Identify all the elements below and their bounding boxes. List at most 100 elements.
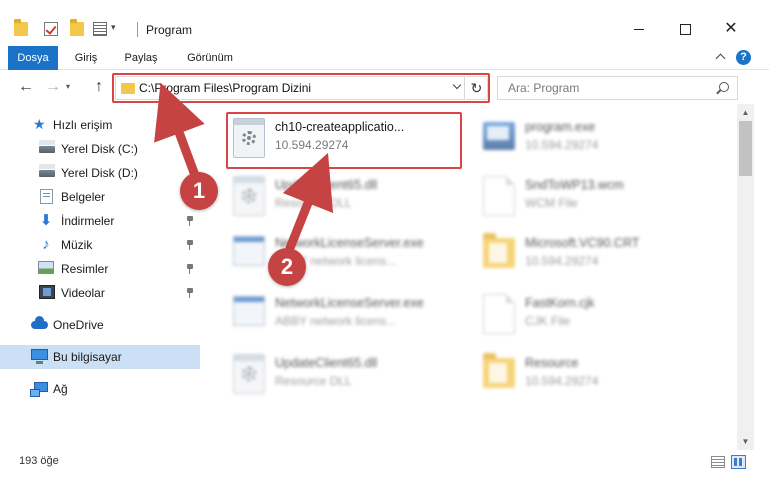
title-bar: ▾ Program ✕ — [0, 0, 769, 46]
tab-dosya[interactable]: Dosya — [8, 46, 58, 70]
document-file-icon — [483, 294, 515, 334]
file-details: ABBY network licens... — [275, 314, 397, 328]
sidebar-item-label: Videolar — [61, 286, 105, 300]
customize-toolbar-icon[interactable] — [93, 22, 107, 36]
sidebar-item-pictures[interactable]: Resimler — [0, 257, 200, 281]
sidebar-item-local-disk-c[interactable]: Yerel Disk (C:) — [0, 137, 200, 161]
scrollbar-thumb[interactable] — [739, 121, 752, 176]
maximize-button[interactable] — [662, 14, 708, 44]
file-details: 10.594.29274 — [525, 138, 599, 152]
minimize-button[interactable] — [616, 14, 662, 44]
sidebar-item-videos[interactable]: Videolar — [0, 281, 200, 305]
file-item[interactable]: SndToWP13.wcm WCM File — [465, 168, 705, 224]
application-window-icon — [233, 296, 265, 326]
gear-icon — [242, 367, 256, 381]
sidebar-item-this-pc[interactable]: Bu bilgisayar — [0, 345, 200, 369]
search-box[interactable]: Ara: Program — [497, 76, 738, 100]
sidebar-item-network[interactable]: Ağ — [0, 377, 200, 401]
file-item[interactable]: program.exe 10.594.29274 — [465, 110, 705, 166]
step-badge-2: 2 — [268, 248, 306, 286]
application-window-icon — [233, 236, 265, 266]
scroll-down-icon[interactable]: ▼ — [737, 433, 754, 450]
tab-paylas[interactable]: Paylaş — [116, 46, 166, 70]
file-item[interactable]: Resource 10.594.29274 — [465, 346, 705, 402]
gear-icon — [242, 189, 256, 203]
file-details: 10.594.29274 — [525, 374, 599, 388]
file-name: NetworkLicenseServer.exe — [275, 236, 424, 250]
cloud-icon — [31, 316, 48, 329]
step-badge-1: 1 — [180, 172, 218, 210]
file-details: WCM File — [525, 196, 578, 210]
ribbon-tabs: Dosya Giriş Paylaş Görünüm ? — [0, 46, 769, 70]
forward-arrow-icon[interactable]: → — [45, 79, 61, 95]
file-details: Resource DLL — [275, 196, 352, 210]
star-icon: ★ — [33, 116, 46, 132]
search-placeholder[interactable]: Ara: Program — [508, 81, 579, 95]
pin-icon[interactable] — [186, 264, 194, 274]
file-details: 10.594.29274 — [525, 254, 599, 268]
back-arrow-icon[interactable]: ← — [18, 79, 34, 95]
tab-giris[interactable]: Giriş — [64, 46, 108, 70]
vertical-scrollbar[interactable]: ▲ ▼ — [737, 104, 754, 450]
new-folder-icon[interactable] — [70, 19, 84, 36]
sidebar-item-local-disk-d[interactable]: Yerel Disk (D:) — [0, 161, 200, 185]
file-item[interactable]: UpdateClient65.dll Resource DLL — [215, 168, 455, 224]
collapse-ribbon-chevron-icon[interactable] — [715, 52, 725, 62]
sidebar-item-label: Hızlı erişim — [53, 118, 113, 132]
sidebar-item-documents[interactable]: Belgeler — [0, 185, 200, 209]
file-name: FastKorn.cjk — [525, 296, 595, 310]
pin-icon[interactable] — [186, 288, 194, 298]
dll-file-icon — [233, 354, 265, 394]
file-item[interactable]: Microsoft.VC90.CRT 10.594.29274 — [465, 226, 705, 282]
pin-icon[interactable] — [186, 240, 194, 250]
help-icon[interactable]: ? — [736, 50, 751, 65]
title-separator — [137, 22, 138, 37]
folder-icon — [483, 233, 515, 268]
drive-icon — [39, 140, 55, 153]
file-name: UpdateClient65.dll — [275, 178, 378, 192]
folder-icon[interactable] — [14, 19, 28, 36]
file-item[interactable]: FastKorn.cjk CJK File — [465, 286, 705, 342]
document-file-icon — [483, 176, 515, 216]
computer-icon — [31, 349, 48, 364]
dll-file-icon — [233, 176, 265, 216]
file-item[interactable]: UpdateClient65.dll Resource DLL — [215, 346, 455, 402]
file-name: Microsoft.VC90.CRT — [525, 236, 640, 250]
file-item[interactable]: NetworkLicenseServer.exe ABBY network li… — [215, 226, 455, 282]
sidebar-item-label: Bu bilgisayar — [53, 350, 122, 364]
file-name: program.exe — [525, 120, 596, 134]
sidebar-item-quick-access[interactable]: ★ Hızlı erişim — [0, 113, 200, 137]
window-title: Program — [146, 23, 193, 37]
details-view-icon[interactable] — [711, 456, 725, 468]
selected-file-highlight — [226, 112, 462, 169]
sidebar-item-label: Belgeler — [61, 190, 106, 204]
pin-icon[interactable] — [186, 216, 194, 226]
tab-gorunum[interactable]: Görünüm — [178, 46, 242, 70]
sidebar-item-downloads[interactable]: ⬇ İndirmeler — [0, 209, 200, 233]
properties-check-icon[interactable] — [44, 22, 58, 36]
drive-icon — [39, 164, 55, 177]
item-count: 193 öğe — [19, 455, 59, 467]
address-bar-highlight — [112, 73, 490, 103]
search-icon[interactable] — [719, 82, 729, 92]
file-name: UpdateClient65.dll — [275, 356, 378, 370]
sidebar-item-onedrive[interactable]: OneDrive — [0, 313, 200, 337]
sidebar-item-label: İndirmeler — [61, 214, 115, 228]
file-details: CJK File — [525, 314, 571, 328]
sidebar-item-label: Müzik — [61, 238, 93, 252]
music-icon: ♪ — [42, 236, 50, 253]
navigation-bar: ← → ▾ ↑ C:\Program Files\Program Dizini … — [0, 70, 769, 104]
close-button[interactable]: ✕ — [708, 14, 754, 44]
recent-locations-chevron-icon[interactable]: ▾ — [66, 82, 70, 91]
up-arrow-icon[interactable]: ↑ — [91, 79, 107, 95]
sidebar-item-music[interactable]: ♪ Müzik — [0, 233, 200, 257]
file-details: Resource DLL — [275, 374, 352, 388]
sidebar-item-label: OneDrive — [53, 318, 104, 332]
file-name: SndToWP13.wcm — [525, 178, 624, 192]
folder-icon — [483, 353, 515, 388]
scroll-up-icon[interactable]: ▲ — [737, 104, 754, 121]
network-icon — [30, 382, 48, 397]
tiles-view-icon[interactable] — [731, 455, 746, 469]
file-item[interactable]: NetworkLicenseServer.exe ABBY network li… — [215, 286, 455, 342]
toolbar-dropdown-icon[interactable]: ▾ — [111, 22, 116, 33]
